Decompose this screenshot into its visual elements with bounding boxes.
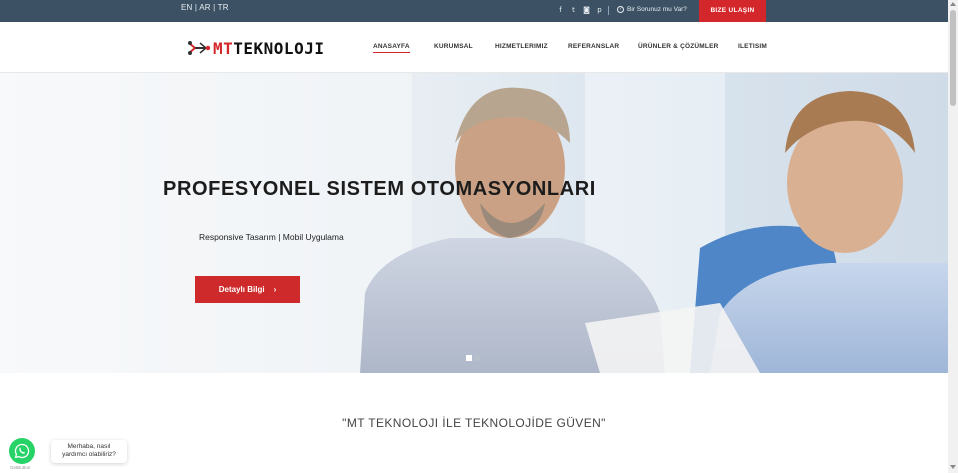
chevron-right-icon: › (273, 285, 277, 294)
nav-services[interactable]: HIZMETLERIMIZ (495, 43, 548, 50)
logo-mt: MT (213, 38, 234, 58)
whatsapp-greeting-line2: yardımcı olabiliriz? (62, 451, 116, 458)
scroll-down-arrow-icon[interactable] (950, 465, 956, 469)
language-switcher[interactable]: EN | AR | TR (181, 3, 229, 12)
whatsapp-button[interactable] (9, 438, 35, 464)
twitter-icon[interactable]: t (570, 5, 577, 16)
whatsapp-greeting-bubble[interactable]: Merhaba, nasıl yardımcı olabiliriz? (51, 440, 127, 463)
details-button-label: Detaylı Bilgi (218, 285, 265, 294)
page: EN | AR | TR f t ◙ p ? Bir Sorunuz mu Va… (0, 0, 958, 473)
nav-contact[interactable]: ILETISIM (738, 43, 767, 50)
scroll-thumb[interactable] (950, 10, 956, 106)
instagram-icon[interactable]: ◙ (583, 5, 590, 16)
topbar-divider (608, 6, 609, 15)
whatsapp-icon (14, 443, 30, 459)
scroll-up-arrow-icon[interactable] (950, 2, 956, 6)
logo-text: MTTEKNOLOJI (213, 39, 324, 58)
logo-teknoloji: TEKNOLOJI (233, 38, 325, 58)
hero-background-image (0, 73, 948, 373)
contact-us-button[interactable]: BIZE ULAŞIN (699, 0, 766, 22)
main-header: MTTEKNOLOJI ANASAYFA KURUMSAL HIZMETLERI… (0, 22, 948, 73)
whatsapp-greeting-line1: Merhaba, nasıl (67, 443, 111, 450)
tagline: "MT TEKNOLOJI İLE TEKNOLOJİDE GÜVEN" (342, 416, 606, 430)
social-links: f t ◙ p (557, 5, 603, 16)
slider-dots (466, 355, 480, 361)
logo-mark-icon (188, 41, 211, 55)
page-scrollbar[interactable] (948, 0, 958, 473)
hero-subtitle: Responsive Tasarım | Mobil Uygulama (199, 232, 344, 242)
slider-dot-1[interactable] (466, 355, 472, 361)
question-icon: ? (617, 6, 624, 13)
site-logo[interactable]: MTTEKNOLOJI (186, 39, 324, 58)
facebook-icon[interactable]: f (557, 5, 564, 16)
nav-products[interactable]: ÜRÜNLER & ÇÖZÜMLER (638, 43, 719, 50)
question-link[interactable]: ? Bir Sorunuz mu Var? (617, 6, 687, 13)
question-text: Bir Sorunuz mu Var? (627, 6, 687, 13)
whatsapp-credit: GetButton (10, 465, 31, 470)
hero-slider: PROFESYONEL SISTEM OTOMASYONLARI Respons… (0, 73, 948, 373)
hero-title: PROFESYONEL SISTEM OTOMASYONLARI (163, 178, 596, 200)
top-bar: EN | AR | TR f t ◙ p ? Bir Sorunuz mu Va… (0, 0, 948, 22)
nav-home[interactable]: ANASAYFA (373, 43, 410, 53)
nav-about[interactable]: KURUMSAL (434, 43, 473, 50)
slider-dot-2[interactable] (474, 355, 480, 361)
pinterest-icon[interactable]: p (596, 5, 603, 16)
nav-references[interactable]: REFERANSLAR (568, 43, 619, 50)
details-button[interactable]: Detaylı Bilgi › (195, 276, 300, 303)
